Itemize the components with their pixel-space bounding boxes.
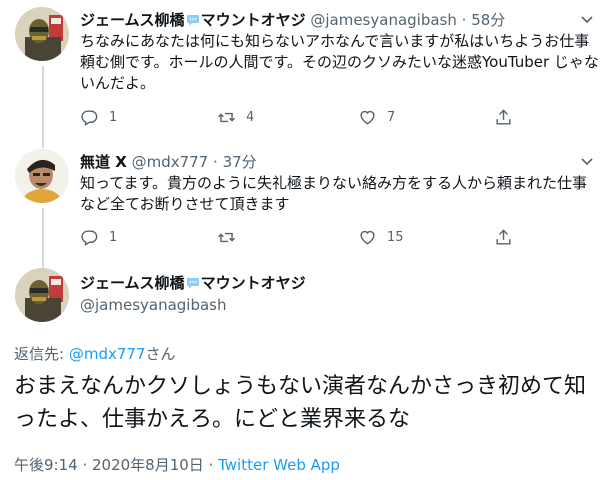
retweet-button[interactable]	[217, 226, 246, 248]
avatar[interactable]	[15, 7, 69, 61]
handle[interactable]: @mdx777	[132, 153, 209, 171]
source-app-link[interactable]: Twitter Web App	[218, 456, 340, 474]
reply-to-label: 返信先:	[14, 345, 69, 363]
tweet-actions: 1 4 7	[80, 106, 600, 128]
thread-line	[42, 208, 44, 268]
tweet-text: 知ってます。貴方のように失礼極まりない絡み方をする人から頼まれた仕事など全てお断…	[80, 174, 588, 213]
retweet-button[interactable]: 4	[217, 106, 254, 128]
thread-line	[42, 66, 44, 148]
reply-mention-link[interactable]: @mdx777	[69, 345, 146, 363]
chevron-down-icon[interactable]	[578, 10, 596, 28]
tweet-header: ジェームス柳橋 マウントオヤジ	[80, 272, 306, 293]
avatar[interactable]	[15, 149, 69, 203]
reply-count: 1	[109, 109, 118, 125]
tweet-meta: 午後9:14 · 2020年8月10日 · Twitter Web App	[14, 454, 340, 475]
display-name-suffix[interactable]: マウントオヤジ	[201, 274, 306, 292]
reply-button[interactable]: 1	[80, 226, 117, 248]
retweet-count: 4	[246, 109, 255, 125]
reply-icon	[81, 229, 98, 246]
display-name[interactable]: ジェームス柳橋	[80, 274, 185, 292]
reply-button[interactable]: 1	[80, 106, 117, 128]
retweet-icon	[218, 232, 235, 242]
share-icon	[496, 228, 511, 245]
tweet-actions: 1 15	[80, 226, 600, 248]
like-button[interactable]: 15	[358, 226, 404, 248]
heart-icon	[360, 110, 375, 125]
reply-to: 返信先: @mdx777さん	[14, 343, 175, 364]
speech-bubble-icon	[186, 15, 199, 26]
tweet-text: ちなみにあなたは何にも知らないアホなんで言いますが私はいちようお仕事頼む側です。…	[80, 32, 599, 92]
separator-dot: ·	[461, 11, 467, 29]
display-name-suffix[interactable]: マウントオヤジ	[201, 11, 306, 29]
reply-suffix: さん	[145, 345, 176, 363]
share-button[interactable]	[494, 226, 523, 248]
speech-bubble-icon	[186, 278, 199, 289]
timestamp[interactable]: 37分	[223, 153, 257, 171]
reply-icon	[81, 109, 98, 126]
timestamp[interactable]: 58分	[471, 11, 505, 29]
tweet-header: ジェームス柳橋 マウントオヤジ @jamesyanagibash · 58分	[80, 9, 505, 30]
timestamp[interactable]: 午後9:14 · 2020年8月10日 ·	[14, 456, 218, 474]
retweet-icon	[218, 112, 235, 122]
tweet-header: 無道 X @mdx777 · 37分	[80, 151, 257, 172]
display-name[interactable]: ジェームス柳橋	[80, 11, 185, 29]
share-icon	[496, 108, 511, 125]
separator-dot: ·	[213, 153, 218, 171]
handle[interactable]: @jamesyanagibash	[310, 11, 457, 29]
reply-count: 1	[109, 229, 118, 245]
main-tweet-text: おまえなんかクソしょうもない演者なんかさっき初めて知ったよ、仕事かえろ。にどと業…	[14, 374, 587, 432]
display-name[interactable]: 無道 X	[80, 153, 127, 171]
share-button[interactable]	[494, 106, 523, 128]
heart-icon	[360, 230, 375, 245]
like-count: 15	[387, 229, 404, 245]
chevron-down-icon[interactable]	[578, 152, 596, 170]
like-count: 7	[387, 109, 396, 125]
avatar[interactable]	[15, 268, 69, 322]
like-button[interactable]: 7	[358, 106, 395, 128]
handle[interactable]: @jamesyanagibash	[80, 296, 227, 314]
